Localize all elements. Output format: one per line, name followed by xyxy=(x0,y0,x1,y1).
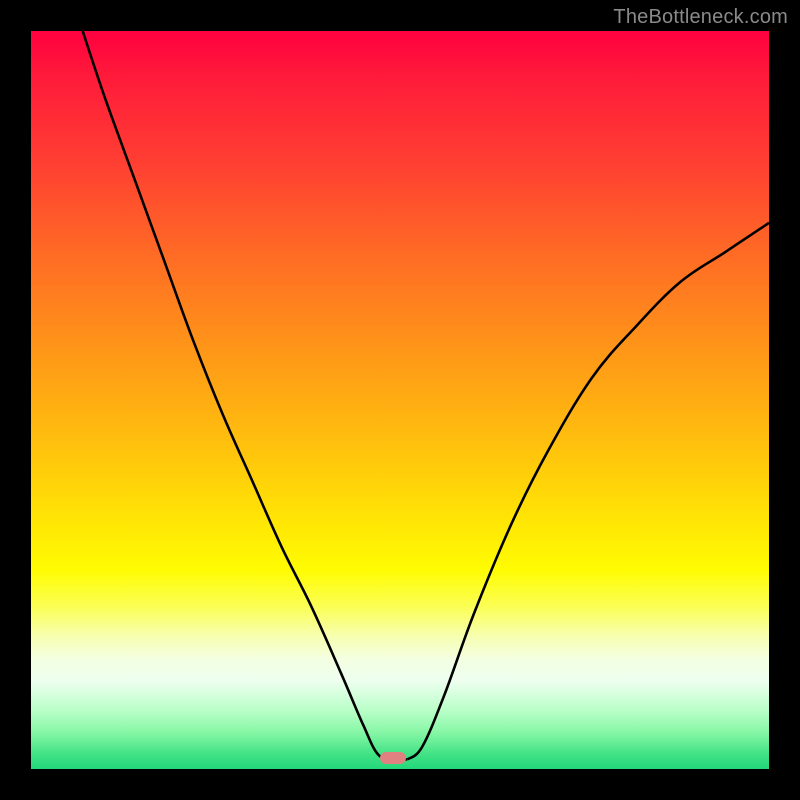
bottleneck-curve xyxy=(31,31,769,769)
curve-left-branch xyxy=(83,31,393,759)
watermark-text: TheBottleneck.com xyxy=(613,6,788,29)
vertex-marker xyxy=(380,752,406,764)
curve-right-branch xyxy=(407,223,769,760)
plot-area xyxy=(31,31,769,769)
chart-frame: TheBottleneck.com xyxy=(0,0,800,800)
